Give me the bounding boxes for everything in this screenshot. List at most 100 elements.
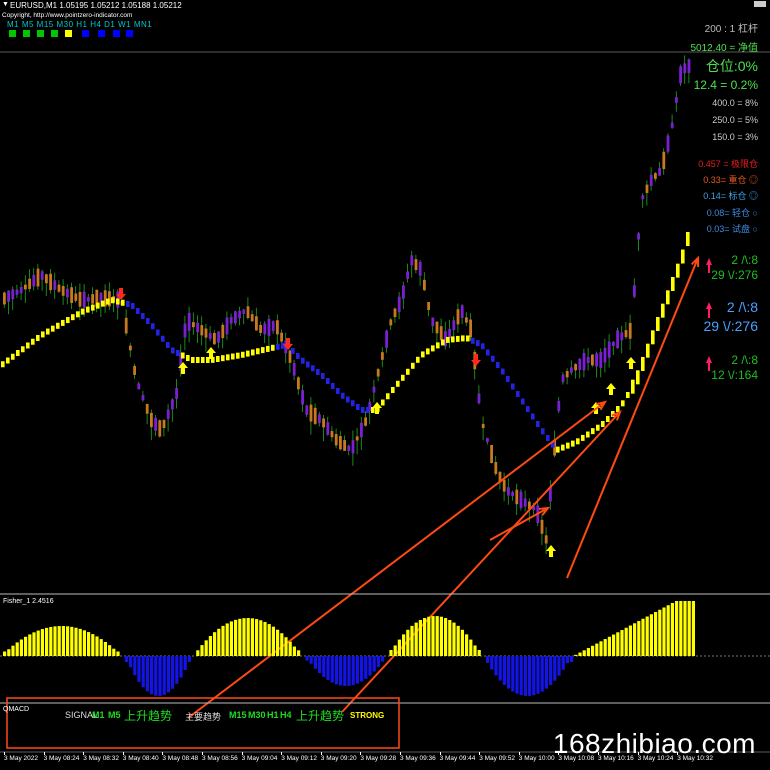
time-axis-tick xyxy=(122,752,124,755)
candle-body xyxy=(397,296,401,313)
candle-body xyxy=(460,305,464,319)
fisher-bar xyxy=(334,656,338,685)
trend-block xyxy=(526,406,530,412)
candle-body xyxy=(334,434,338,446)
fisher-bar xyxy=(515,656,519,694)
candle-body xyxy=(406,271,409,279)
candle-body xyxy=(15,289,19,295)
signal-3-down: 12 \/:164 xyxy=(711,368,758,382)
candle-body xyxy=(360,422,363,438)
trend-block xyxy=(441,339,445,346)
candle-body xyxy=(658,167,661,176)
fisher-bar xyxy=(116,651,120,656)
fisher-bar xyxy=(288,641,292,656)
fisher-bar xyxy=(616,632,620,656)
trend-block xyxy=(6,357,10,364)
candle-body xyxy=(519,491,523,508)
candle-body xyxy=(393,308,397,318)
candle-body xyxy=(166,409,170,419)
trend-block xyxy=(346,396,350,403)
trend-block xyxy=(46,328,50,335)
trend-block xyxy=(171,347,175,354)
candle-body xyxy=(515,489,519,505)
time-axis-tick xyxy=(43,752,45,755)
time-axis-label: 3 May 08:24 xyxy=(43,755,80,762)
fisher-bar xyxy=(318,656,322,674)
candle-body xyxy=(7,290,10,302)
candle-body xyxy=(313,407,317,424)
fisher-bar xyxy=(691,601,695,656)
fisher-bar xyxy=(61,626,65,656)
candle-body xyxy=(439,326,443,340)
fisher-bar xyxy=(305,656,309,661)
candle-body xyxy=(435,321,439,334)
fisher-bar xyxy=(675,601,679,656)
candle-body xyxy=(137,383,141,390)
fisher-bar xyxy=(536,656,540,694)
candle-body xyxy=(66,288,69,298)
fisher-bar xyxy=(418,619,422,656)
candle-body xyxy=(523,498,527,507)
signal-uptrend-2: 上升趋势 xyxy=(296,709,345,723)
fisher-bar xyxy=(637,621,641,656)
fisher-bar xyxy=(381,656,385,662)
time-axis-label: 3 May 09:04 xyxy=(241,755,278,762)
trend-block xyxy=(581,434,585,441)
fisher-bar xyxy=(309,656,313,664)
trend-block xyxy=(401,374,405,381)
candle-body xyxy=(364,417,367,426)
candle-body xyxy=(255,316,258,331)
fisher-bar xyxy=(255,619,259,656)
fisher-bar xyxy=(204,640,208,656)
trend-block xyxy=(541,428,545,435)
candle-body xyxy=(200,325,204,336)
trend-block xyxy=(126,301,130,307)
fisher-bar xyxy=(670,602,674,656)
candle-body xyxy=(427,302,430,310)
fisher-bar xyxy=(280,633,284,656)
signal-arrows-layer xyxy=(116,288,636,557)
fisher-bar xyxy=(24,636,28,656)
trend-block xyxy=(261,347,265,354)
fisher-bar xyxy=(19,639,23,656)
fisher-bar xyxy=(246,618,250,656)
risk-light: 0.08= 轻仓 ○ xyxy=(706,208,758,218)
signal-1-up: 2 /\:8 xyxy=(731,253,758,267)
fisher-bar xyxy=(582,650,586,656)
candle-body xyxy=(628,322,632,339)
candle-body xyxy=(271,321,275,331)
trend-block xyxy=(591,428,595,435)
fisher-bar xyxy=(570,656,574,662)
candle-body xyxy=(330,431,334,438)
candle-body xyxy=(666,135,670,152)
watermark: 168zhibiao.com xyxy=(552,728,756,759)
trend-block xyxy=(651,330,655,345)
fisher-bar xyxy=(11,645,15,656)
time-axis-tick xyxy=(162,752,164,755)
fisher-bar xyxy=(108,645,112,656)
fisher-bar xyxy=(469,639,473,656)
fisher-bar xyxy=(444,618,448,656)
fisher-bar xyxy=(393,645,397,656)
fisher-bar xyxy=(145,656,149,692)
candle-body xyxy=(347,445,351,451)
signal-3-up: 2 /\:8 xyxy=(731,353,758,367)
trend-block xyxy=(61,319,65,326)
fisher-bar xyxy=(171,656,175,689)
fisher-bar xyxy=(32,632,36,656)
fisher-bar xyxy=(364,656,368,679)
trend-block xyxy=(676,263,680,278)
trend-block xyxy=(556,446,560,453)
candle-body xyxy=(145,403,149,414)
fisher-bar xyxy=(368,656,372,676)
candle-body xyxy=(570,367,573,373)
time-axis-tick xyxy=(479,752,481,755)
trend-block xyxy=(236,352,240,359)
candle-body xyxy=(250,314,254,322)
price-chart[interactable] xyxy=(0,0,770,770)
risk-row-2: 250.0 = 5% xyxy=(712,115,758,125)
time-axis-tick xyxy=(439,752,441,755)
equity-label: 5012.40 = 净值 xyxy=(690,43,758,54)
candle-body xyxy=(28,278,31,289)
trend-block xyxy=(136,308,140,314)
